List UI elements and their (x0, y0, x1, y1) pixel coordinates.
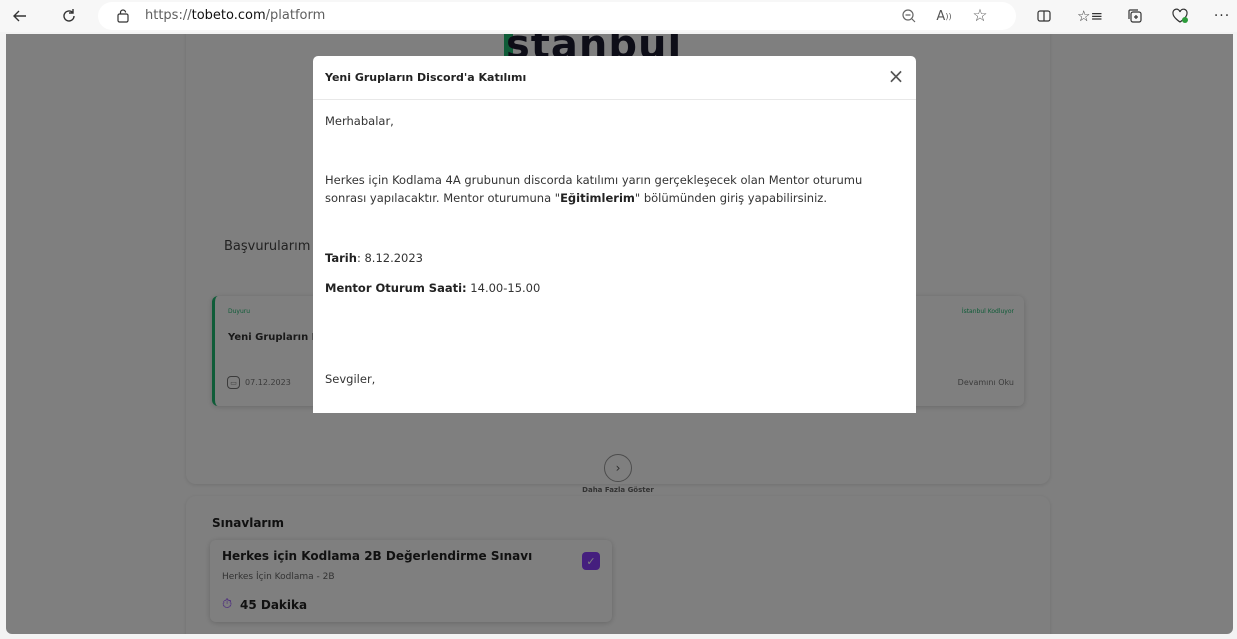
page-viewport: stanbul Başvurularım Duyuru İstanbul Kod… (6, 34, 1233, 634)
close-icon[interactable]: × (886, 66, 906, 86)
favorite-icon[interactable]: ☆ (968, 4, 992, 28)
modal-date: Tarih: 8.12.2023 (325, 249, 423, 267)
modal-body-line1: Herkes için Kodlama 4A grubunun discorda… (325, 173, 863, 187)
body-line2-bold: Eğitimlerim (560, 191, 635, 205)
split-screen-icon[interactable] (1032, 4, 1056, 28)
browser-toolbar: https://tobeto.com/platform A)) ☆ ☆≡ ··· (0, 0, 1237, 32)
modal-closing: Sevgiler, (325, 372, 376, 386)
body-line2-pre: sonrası yapılacaktır. Mentor oturumuna " (325, 191, 561, 205)
address-bar[interactable]: https://tobeto.com/platform A)) ☆ (98, 2, 1016, 30)
modal-body-line2: sonrası yapılacaktır. Mentor oturumuna "… (325, 189, 827, 207)
announcement-modal: Yeni Grupların Discord'a Katılımı × Merh… (313, 56, 916, 413)
refresh-icon[interactable] (57, 4, 81, 28)
url-path: /platform (265, 8, 326, 23)
browser-essentials-icon[interactable] (1168, 4, 1192, 28)
read-aloud-icon[interactable]: A)) (932, 4, 956, 28)
site-info-icon[interactable] (111, 4, 135, 28)
date-label: Tarih (325, 251, 357, 265)
url-host: tobeto.com (191, 8, 266, 23)
url-text[interactable]: https://tobeto.com/platform (145, 8, 325, 23)
zoom-out-icon[interactable] (897, 4, 921, 28)
url-scheme: https:// (145, 8, 192, 23)
favorites-list-icon[interactable]: ☆≡ (1077, 4, 1103, 28)
collections-icon[interactable] (1123, 4, 1147, 28)
modal-header: Yeni Grupların Discord'a Katılımı × (313, 56, 916, 100)
more-icon[interactable]: ··· (1210, 4, 1234, 28)
body-line2-post: " bölümünden giriş yapabilirsiniz. (634, 191, 827, 205)
back-icon[interactable] (8, 4, 32, 28)
modal-session: Mentor Oturum Saati: 14.00-15.00 (325, 279, 540, 297)
browser-window: https://tobeto.com/platform A)) ☆ ☆≡ ···… (0, 0, 1237, 639)
session-label: Mentor Oturum Saati: (325, 281, 467, 295)
session-value: 14.00-15.00 (466, 281, 541, 295)
modal-greeting: Merhabalar, (325, 114, 394, 128)
modal-title: Yeni Grupların Discord'a Katılımı (325, 71, 527, 84)
date-value: : 8.12.2023 (356, 251, 423, 265)
